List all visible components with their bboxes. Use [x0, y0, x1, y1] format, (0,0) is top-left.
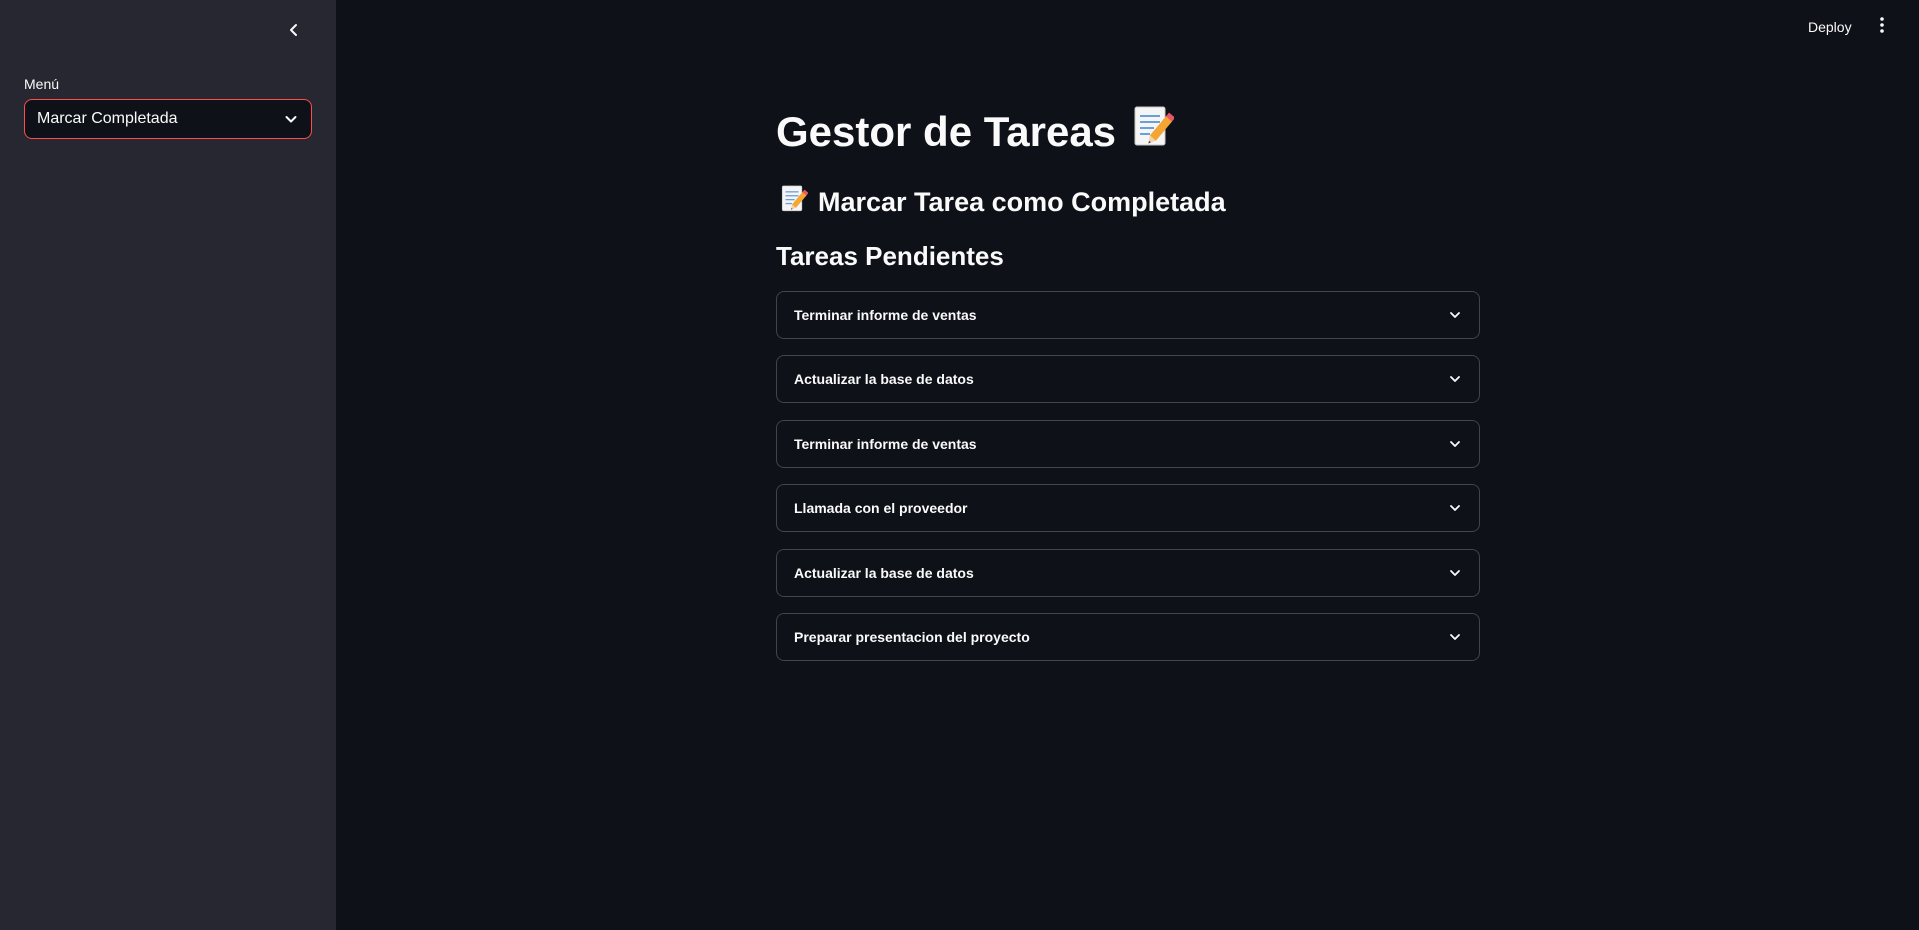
collapse-sidebar-button[interactable]	[280, 18, 308, 46]
task-label: Actualizar la base de datos	[794, 565, 974, 581]
task-expander[interactable]: Actualizar la base de datos	[776, 549, 1480, 597]
vertical-dots-icon	[1879, 16, 1885, 39]
menu-label: Menú	[24, 76, 60, 92]
section-title: Tareas Pendientes	[776, 241, 1004, 271]
chevron-down-icon	[1447, 436, 1463, 452]
task-label: Terminar informe de ventas	[794, 436, 977, 452]
page-title-text: Gestor de Tareas	[776, 108, 1117, 155]
task-expander[interactable]: Preparar presentacion del proyecto	[776, 613, 1480, 661]
page-subtitle-text: Marcar Tarea como Completada	[818, 187, 1226, 217]
task-label: Actualizar la base de datos	[794, 371, 974, 387]
deploy-button[interactable]: Deploy	[1800, 15, 1860, 39]
task-label: Llamada con el proveedor	[794, 500, 968, 516]
menu-select-value: Marcar Completada	[37, 110, 178, 127]
page-title: Gestor de Tareas	[776, 104, 1176, 160]
chevron-down-icon	[1447, 565, 1463, 581]
page-subtitle: Marcar Tarea como Completada	[780, 184, 1226, 221]
task-label: Preparar presentacion del proyecto	[794, 629, 1030, 645]
sidebar: Menú Marcar Completada	[0, 0, 336, 930]
main-menu-button[interactable]	[1870, 14, 1894, 40]
task-expander[interactable]: Actualizar la base de datos	[776, 355, 1480, 403]
memo-icon	[780, 184, 809, 221]
chevron-down-icon	[283, 111, 299, 127]
menu-select[interactable]: Marcar Completada	[24, 99, 312, 139]
task-label: Terminar informe de ventas	[794, 307, 977, 323]
chevron-down-icon	[1447, 629, 1463, 645]
chevron-down-icon	[1447, 371, 1463, 387]
task-expander[interactable]: Terminar informe de ventas	[776, 420, 1480, 468]
chevron-down-icon	[1447, 500, 1463, 516]
chevron-left-icon	[287, 23, 301, 42]
task-expander[interactable]: Terminar informe de ventas	[776, 291, 1480, 339]
app: Menú Marcar Completada Deploy Gestor de …	[0, 0, 1919, 930]
task-expander[interactable]: Llamada con el proveedor	[776, 484, 1480, 532]
chevron-down-icon	[1447, 307, 1463, 323]
memo-icon	[1132, 104, 1176, 160]
